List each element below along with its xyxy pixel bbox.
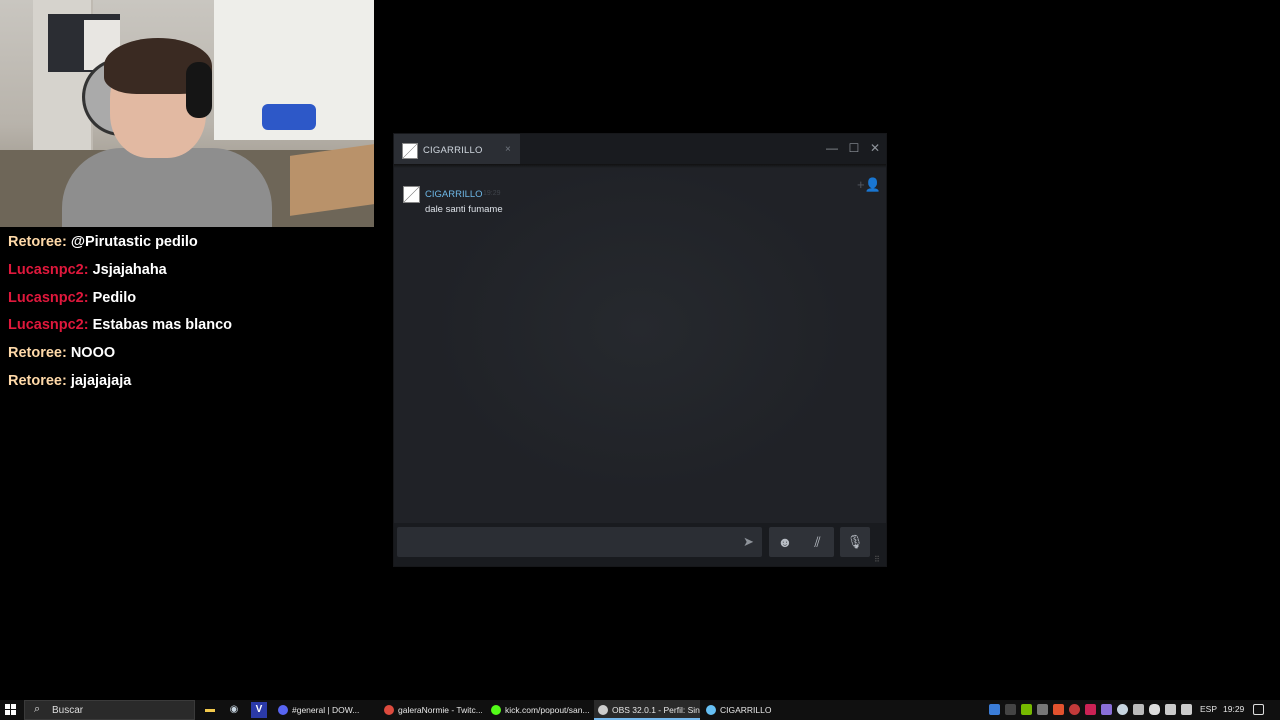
minimize-button[interactable]: — [823,139,841,157]
network-icon[interactable] [1165,704,1176,715]
microphone-icon[interactable] [1149,704,1160,715]
chat-text: Estabas mas blanco [92,317,233,334]
chat-tab-label: CIGARRILLO [423,145,483,156]
language-indicator[interactable]: ESP [1200,704,1217,714]
taskbar: ⌕ Buscar ▬ ◉ V #general | DOW... galeraN… [0,700,1280,720]
task-label: CIGARRILLO [720,705,772,715]
start-button[interactable] [5,704,17,716]
task-label: galeraNormie - Twitc... [398,705,482,715]
task-chrome[interactable]: galeraNormie - Twitc... [380,700,482,720]
tray-app-icon[interactable] [1085,704,1096,715]
tray-app-icon[interactable] [1101,704,1112,715]
message-timestamp: 19:29 [483,190,501,197]
chat-username: Retoree: [8,345,67,362]
search-icon: ⌕ [34,703,41,715]
windows-logo-icon [5,710,10,715]
steam-tray-icon[interactable] [1117,704,1128,715]
search-input[interactable]: Buscar [52,705,83,716]
file-explorer-icon[interactable]: ▬ [202,702,218,718]
webcam-bag [262,104,316,130]
window-titlebar[interactable]: CIGARRILLO × — ☐ ✕ [394,134,886,164]
emoji-icon[interactable]: ☻ [769,527,801,557]
chat-text: Jsjajahaha [92,261,167,278]
chat-text: @Pirutastic pedilo [70,234,198,250]
message-composer: ➤ ☻ ⫽ 🎙 ⠿ [394,523,886,566]
tray-app-icon[interactable] [1037,704,1048,715]
chat-message: Retoree: jajajajaja [8,372,378,400]
avatar[interactable] [403,186,420,203]
voice-chat-icon[interactable]: 🎙 [840,527,870,557]
task-discord[interactable]: #general | DOW... [274,700,374,720]
steam-icon[interactable]: ◉ [226,702,242,718]
steam-chat-window: CIGARRILLO × — ☐ ✕ +👤 CIGARRILLO 19:29 d… [393,133,887,567]
message-input[interactable] [397,527,762,557]
resize-grip-icon[interactable]: ⠿ [874,555,880,564]
message-text: dale santi fumame [425,204,503,215]
message-author[interactable]: CIGARRILLO [425,189,483,200]
tray-app-icon[interactable] [1133,704,1144,715]
steam-icon [706,705,716,715]
close-button[interactable]: ✕ [866,139,884,157]
chat-message: Retoree: @Pirutastic pedilo [8,233,378,261]
taskbar-search[interactable]: ⌕ Buscar [24,700,195,720]
discord-icon [278,705,288,715]
chat-username: Lucasnpc2: [8,317,89,334]
chat-message: Lucasnpc2: Estabas mas blanco [8,316,378,344]
task-obs[interactable]: OBS 32.0.1 - Perfil: Sin... [594,700,700,720]
obs-icon [598,705,608,715]
chat-message: Retoree: NOOO [8,344,378,372]
webcam-person-body [62,148,272,227]
notifications-icon[interactable] [1253,704,1264,715]
chat-message: Lucasnpc2: Pedilo [8,289,378,317]
avatar [402,143,418,159]
task-label: #general | DOW... [292,705,360,715]
stream-chat-overlay: Retoree: @Pirutastic pedilo Lucasnpc2: Jsj… [8,233,378,400]
vegas-icon[interactable]: V [251,702,267,718]
tab-close-icon[interactable]: × [505,144,511,155]
webcam-box [290,144,374,216]
chat-message: Lucasnpc2: Jsjajahaha [8,261,378,289]
send-icon[interactable]: ➤ [735,527,762,557]
chat-username: Retoree: [8,234,67,250]
chat-username: Retoree: [8,372,67,389]
chat-text: Pedilo [92,289,137,306]
attach-icon[interactable]: ⫽ [801,527,834,557]
tray-overflow-icon[interactable] [1005,704,1016,715]
chat-text: jajajajaja [70,372,132,389]
tray-app-icon[interactable] [989,704,1000,715]
task-label: kick.com/popout/san... [505,705,590,715]
message-area[interactable]: +👤 CIGARRILLO 19:29 dale santi fumame [394,168,886,523]
headset-icon [186,62,212,118]
chat-tab[interactable]: CIGARRILLO × [394,134,520,164]
windows-logo-icon [11,710,16,715]
webcam-feed [0,0,374,227]
task-kick[interactable]: kick.com/popout/san... [487,700,591,720]
chat-username: Lucasnpc2: [8,289,89,306]
add-friend-icon[interactable]: +👤 [857,177,881,193]
kick-icon [491,705,501,715]
task-steam-chat[interactable]: CIGARRILLO [702,700,792,720]
task-label: OBS 32.0.1 - Perfil: Sin... [612,705,700,715]
tray-app-icon[interactable] [1053,704,1064,715]
nvidia-icon[interactable] [1021,704,1032,715]
windows-logo-icon [11,704,16,709]
chat-username: Lucasnpc2: [8,261,89,278]
composer-button-group: ☻ ⫽ [769,527,834,557]
clock[interactable]: 19:29 [1223,704,1244,714]
chat-text: NOOO [70,345,116,362]
tray-app-icon[interactable] [1069,704,1080,715]
maximize-button[interactable]: ☐ [845,139,863,157]
volume-icon[interactable] [1181,704,1192,715]
chrome-icon [384,705,394,715]
windows-logo-icon [5,704,10,709]
